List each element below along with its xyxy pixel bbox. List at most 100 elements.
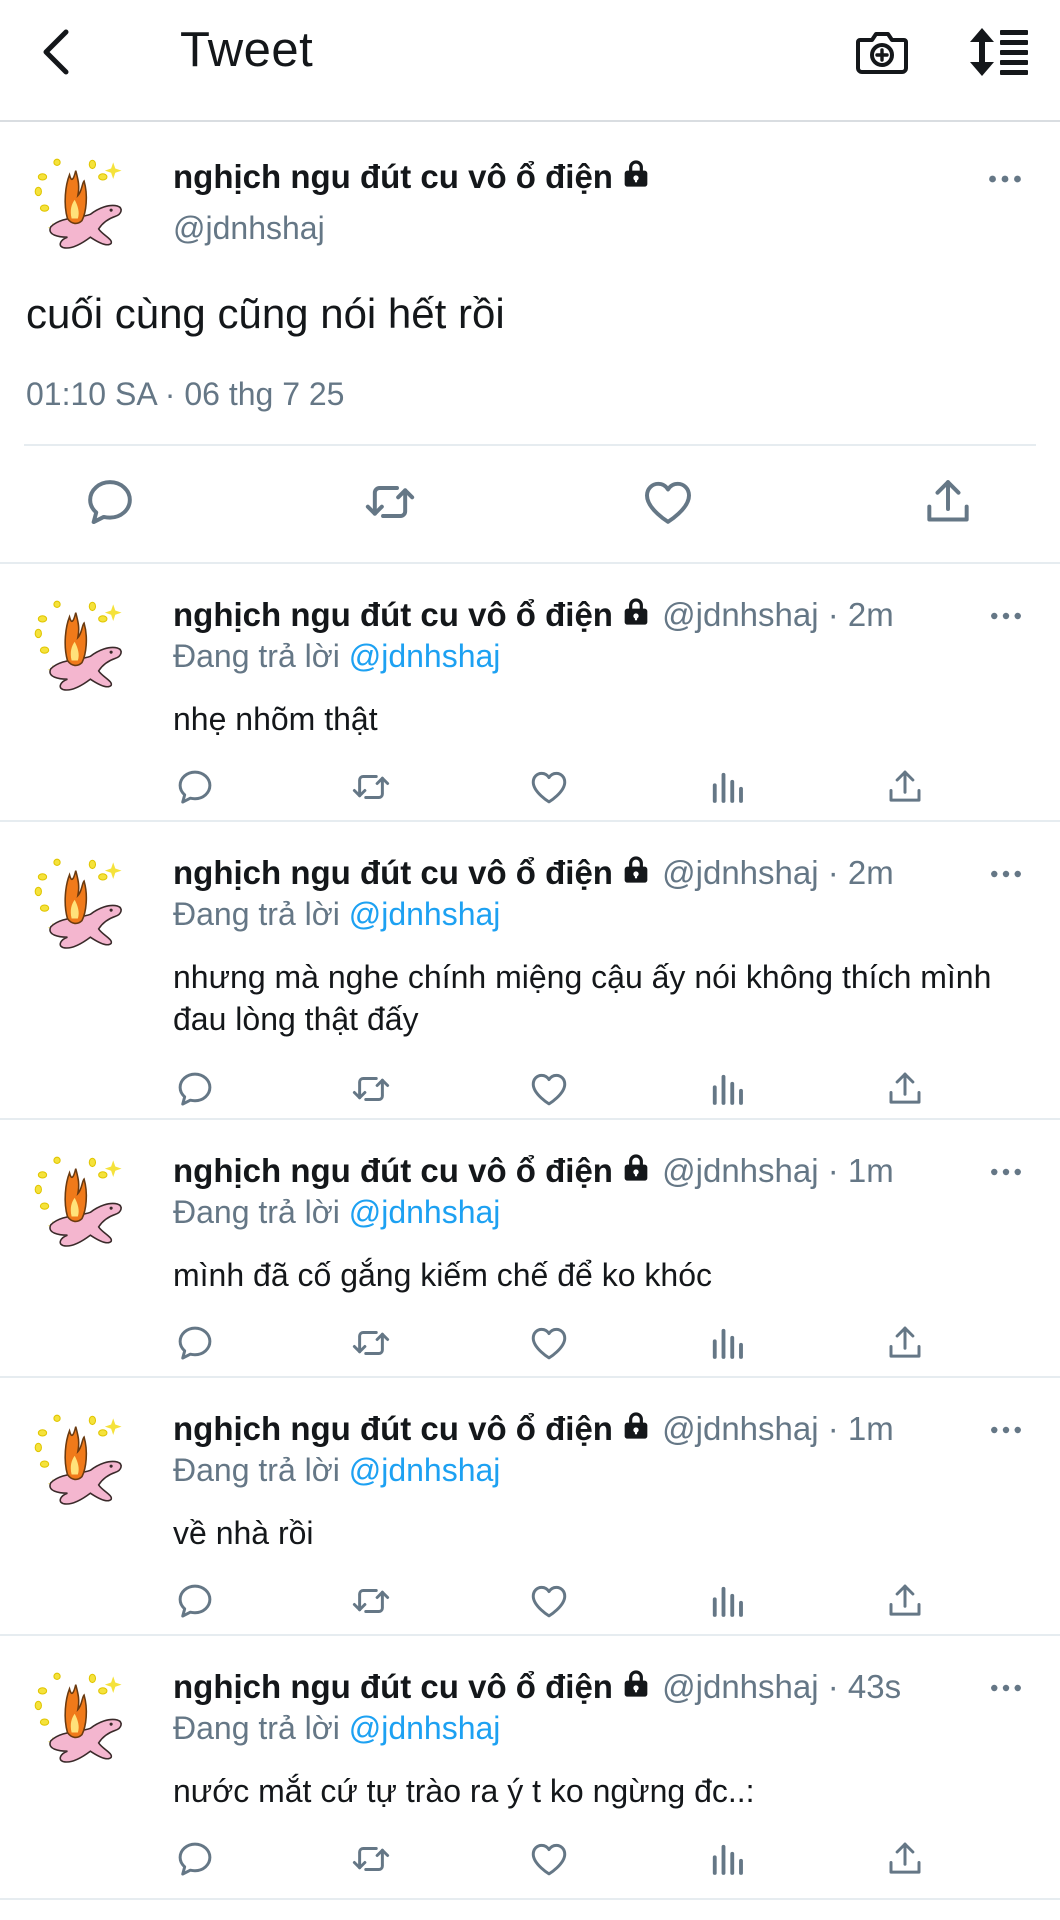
more-icon[interactable] xyxy=(990,610,1022,622)
stats-icon[interactable] xyxy=(706,1322,748,1364)
reply-tweet[interactable]: nghịch ngu đút cu vô ổ điện @jdnhshaj · … xyxy=(0,1380,1060,1636)
more-icon[interactable] xyxy=(988,172,1022,186)
replying-to: Đang trả lời @jdnhshaj xyxy=(173,1710,501,1746)
like-icon[interactable] xyxy=(528,1068,570,1110)
author-handle-time: @jdnhshaj · 1m xyxy=(662,1410,894,1447)
author-handle-time: @jdnhshaj · 43s xyxy=(662,1668,902,1705)
share-icon[interactable] xyxy=(884,766,926,808)
tweet-text: nhẹ nhõm thật xyxy=(173,701,378,737)
like-icon[interactable] xyxy=(528,1322,570,1364)
avatar[interactable] xyxy=(30,596,134,700)
retweet-icon[interactable] xyxy=(350,1322,392,1364)
retweet-icon[interactable] xyxy=(350,1068,392,1110)
reply-icon[interactable] xyxy=(174,766,216,808)
lock-icon xyxy=(619,158,653,190)
replying-to: Đang trả lời @jdnhshaj xyxy=(173,1194,501,1230)
avatar[interactable] xyxy=(30,154,134,258)
author-handle-time: @jdnhshaj · 2m xyxy=(662,596,894,633)
lock-icon xyxy=(619,1410,653,1442)
lock-icon xyxy=(619,1668,653,1700)
replying-to-link[interactable]: @jdnhshaj xyxy=(349,1194,501,1230)
camera-plus-icon xyxy=(856,32,908,74)
like-icon[interactable] xyxy=(528,1838,570,1880)
retweet-icon[interactable] xyxy=(362,474,418,530)
chevron-left-icon xyxy=(43,29,69,75)
share-icon[interactable] xyxy=(884,1068,926,1110)
lock-icon xyxy=(619,596,653,628)
author-handle[interactable]: @jdnhshaj xyxy=(173,210,325,247)
author-name[interactable]: nghịch ngu đút cu vô ổ điện xyxy=(173,1668,613,1705)
author-name[interactable]: nghịch ngu đút cu vô ổ điện xyxy=(173,854,613,891)
author-handle-time: @jdnhshaj · 1m xyxy=(662,1152,894,1189)
avatar[interactable] xyxy=(30,1410,134,1514)
more-icon[interactable] xyxy=(990,1424,1022,1436)
reply-tweet[interactable]: nghịch ngu đút cu vô ổ điện @jdnhshaj · … xyxy=(0,824,1060,1120)
replying-to-link[interactable]: @jdnhshaj xyxy=(349,1710,501,1746)
tweet-actions xyxy=(0,1068,1060,1116)
sort-list-icon xyxy=(970,28,1028,76)
author-name[interactable]: nghịch ngu đút cu vô ổ điện xyxy=(173,596,613,633)
reply-icon[interactable] xyxy=(174,1068,216,1110)
lock-icon xyxy=(619,1152,653,1184)
reply-icon[interactable] xyxy=(82,474,138,530)
retweet-icon[interactable] xyxy=(350,766,392,808)
avatar[interactable] xyxy=(30,1668,134,1772)
more-icon[interactable] xyxy=(990,868,1022,880)
reply-header: nghịch ngu đút cu vô ổ điện @jdnhshaj · … xyxy=(173,854,894,892)
replying-to: Đang trả lời @jdnhshaj xyxy=(173,1452,501,1488)
replying-to-link[interactable]: @jdnhshaj xyxy=(349,1452,501,1488)
tweet-actions xyxy=(0,1322,1060,1370)
share-icon[interactable] xyxy=(884,1322,926,1364)
tweet-text: mình đã cố gắng kiếm chế để ko khóc xyxy=(173,1257,712,1293)
tweet-actions xyxy=(0,474,1060,554)
reply-tweet[interactable]: nghịch ngu đút cu vô ổ điện @jdnhshaj · … xyxy=(0,566,1060,822)
tweet-text: về nhà rồi xyxy=(173,1515,314,1551)
avatar[interactable] xyxy=(30,1152,134,1256)
divider xyxy=(24,444,1036,446)
replying-to: Đang trả lời @jdnhshaj xyxy=(173,638,501,674)
reply-header: nghịch ngu đút cu vô ổ điện @jdnhshaj · … xyxy=(173,596,894,634)
author-name[interactable]: nghịch ngu đút cu vô ổ điện xyxy=(173,1152,613,1189)
stats-icon[interactable] xyxy=(706,1068,748,1110)
reply-header: nghịch ngu đút cu vô ổ điện @jdnhshaj · … xyxy=(173,1152,894,1190)
share-icon[interactable] xyxy=(920,474,976,530)
avatar[interactable] xyxy=(30,854,134,958)
main-tweet: nghịch ngu đút cu vô ổ điện @jdnhshaj cu… xyxy=(0,124,1060,564)
stats-icon[interactable] xyxy=(706,1580,748,1622)
top-bar: Tweet xyxy=(0,0,1060,122)
tweet-text: nước mắt cứ tự trào ra ý t ko ngừng đc..… xyxy=(173,1773,755,1809)
stats-icon[interactable] xyxy=(706,766,748,808)
sort-button[interactable] xyxy=(968,24,1032,80)
stats-icon[interactable] xyxy=(706,1838,748,1880)
lock-icon xyxy=(619,854,653,886)
tweet-actions xyxy=(0,1580,1060,1628)
like-icon[interactable] xyxy=(640,474,696,530)
replying-to-link[interactable]: @jdnhshaj xyxy=(349,638,501,674)
more-icon[interactable] xyxy=(990,1682,1022,1694)
reply-icon[interactable] xyxy=(174,1322,216,1364)
reply-header: nghịch ngu đút cu vô ổ điện @jdnhshaj · … xyxy=(173,1410,894,1448)
share-icon[interactable] xyxy=(884,1838,926,1880)
retweet-icon[interactable] xyxy=(350,1838,392,1880)
retweet-icon[interactable] xyxy=(350,1580,392,1622)
replying-to-link[interactable]: @jdnhshaj xyxy=(349,896,501,932)
more-icon[interactable] xyxy=(990,1166,1022,1178)
reply-tweet[interactable]: nghịch ngu đút cu vô ổ điện @jdnhshaj · … xyxy=(0,1638,1060,1900)
tweet-text: nhưng mà nghe chính miệng cậu ấy nói khô… xyxy=(173,959,992,1037)
share-icon[interactable] xyxy=(884,1580,926,1622)
tweet-actions xyxy=(0,1838,1060,1886)
reply-tweet[interactable]: nghịch ngu đút cu vô ổ điện @jdnhshaj · … xyxy=(0,1122,1060,1378)
back-button[interactable] xyxy=(34,24,82,80)
like-icon[interactable] xyxy=(528,1580,570,1622)
tweet-timestamp: 01:10 SA · 06 thg 7 25 xyxy=(26,376,345,412)
tweet-actions xyxy=(0,766,1060,814)
author-name[interactable]: nghịch ngu đút cu vô ổ điện xyxy=(173,1410,613,1447)
like-icon[interactable] xyxy=(528,766,570,808)
author-name[interactable]: nghịch ngu đút cu vô ổ điện xyxy=(173,158,653,196)
reply-icon[interactable] xyxy=(174,1838,216,1880)
author-handle-time: @jdnhshaj · 2m xyxy=(662,854,894,891)
camera-button[interactable] xyxy=(854,24,910,80)
page-title: Tweet xyxy=(180,23,314,77)
tweet-text: cuối cùng cũng nói hết rồi xyxy=(26,290,505,337)
reply-icon[interactable] xyxy=(174,1580,216,1622)
